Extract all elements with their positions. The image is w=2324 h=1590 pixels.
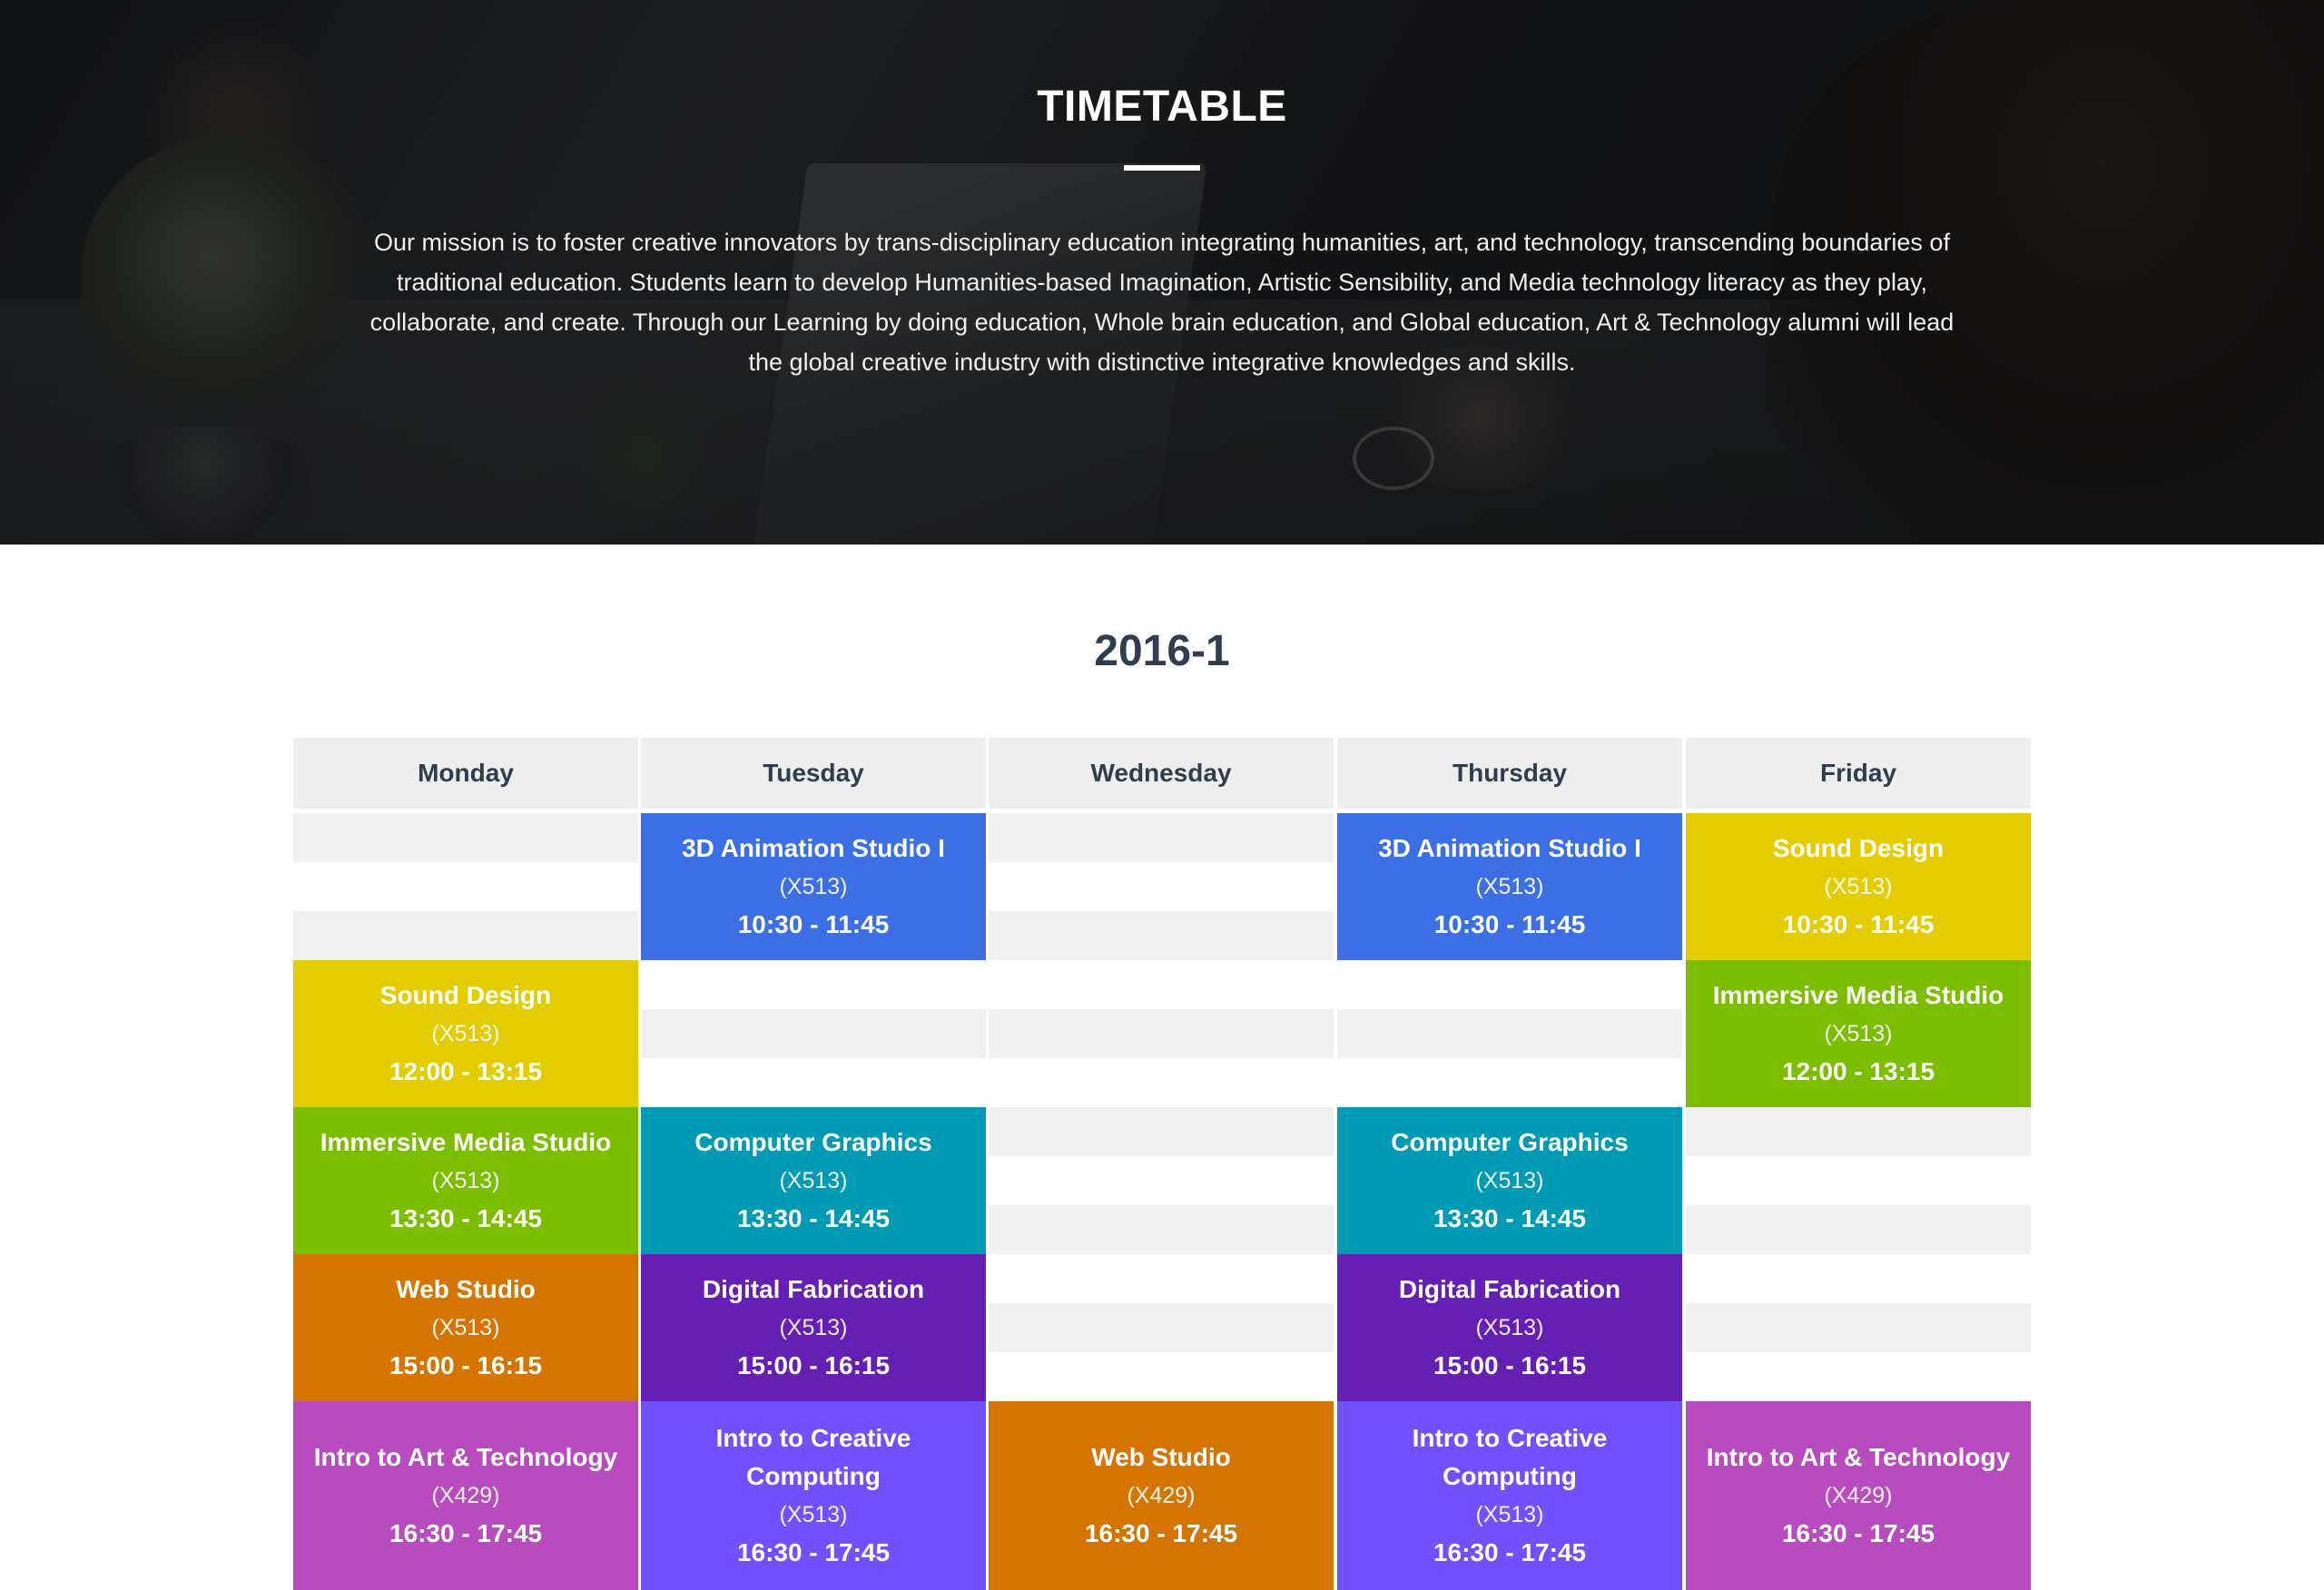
empty-slot	[641, 1009, 986, 1058]
empty-slot	[989, 1009, 1334, 1058]
class-name: Computer Graphics	[694, 1128, 932, 1156]
class-room: (X513)	[431, 1168, 500, 1193]
class-time: 15:00 - 16:15	[736, 1351, 891, 1379]
timetable-grid: Monday Sound Design (X513) 12:00 - 13:15…	[293, 738, 2031, 1590]
class-room: (X513)	[1475, 1168, 1544, 1193]
class-block[interactable]: Intro to Creative Computing (X513) 16:30…	[1337, 1401, 1682, 1590]
class-room: (X429)	[431, 1483, 500, 1508]
class-room: (X513)	[431, 1315, 500, 1340]
title-divider	[1124, 165, 1200, 171]
class-block[interactable]: Intro to Art & Technology (X429) 16:30 -…	[293, 1401, 638, 1590]
class-block[interactable]: Intro to Creative Computing (X513) 16:30…	[641, 1401, 986, 1590]
class-room: (X513)	[1824, 874, 1893, 899]
class-name: Intro to Art & Technology	[1706, 1443, 2011, 1471]
class-room: (X513)	[779, 1315, 848, 1340]
class-block[interactable]: Digital Fabrication (X513) 15:00 - 16:15	[1337, 1254, 1682, 1401]
class-block[interactable]: Computer Graphics (X513) 13:30 - 14:45	[1337, 1107, 1682, 1254]
empty-slot	[293, 911, 638, 960]
empty-slot	[1686, 1205, 2031, 1254]
class-time: 13:30 - 14:45	[736, 1204, 891, 1232]
class-name: Computer Graphics	[1391, 1128, 1629, 1156]
day-header-tuesday: Tuesday	[641, 738, 986, 809]
class-time: 10:30 - 11:45	[1433, 910, 1586, 938]
class-room: (X513)	[779, 1168, 848, 1193]
class-time: 15:00 - 16:15	[1433, 1351, 1587, 1379]
class-time: 16:30 - 17:45	[1433, 1538, 1587, 1566]
class-name: Digital Fabrication	[1398, 1275, 1621, 1303]
empty-slot	[1686, 1107, 2031, 1156]
class-name: Web Studio	[396, 1275, 536, 1303]
class-name: Immersive Media Studio	[1712, 981, 2004, 1009]
empty-slot	[989, 1303, 1334, 1352]
empty-slot	[989, 813, 1334, 862]
class-time: 10:30 - 11:45	[1782, 910, 1935, 938]
hero-content: TIMETABLE Our mission is to foster creat…	[0, 0, 2324, 545]
class-time: 16:30 - 17:45	[389, 1519, 543, 1547]
class-block[interactable]: Computer Graphics (X513) 13:30 - 14:45	[641, 1107, 986, 1254]
class-name: Intro to Art & Technology	[313, 1443, 618, 1471]
class-time: 12:00 - 13:15	[1781, 1057, 1935, 1085]
class-name: Digital Fabrication	[702, 1275, 925, 1303]
class-block[interactable]: Web Studio (X513) 15:00 - 16:15	[293, 1254, 638, 1401]
class-name: Sound Design	[379, 981, 552, 1009]
class-block[interactable]: Immersive Media Studio (X513) 13:30 - 14…	[293, 1107, 638, 1254]
class-room: (X513)	[779, 1502, 848, 1527]
class-block[interactable]: Sound Design (X513) 12:00 - 13:15	[293, 960, 638, 1107]
class-room: (X513)	[1475, 874, 1544, 899]
class-block[interactable]: 3D Animation Studio I (X513) 10:30 - 11:…	[1337, 813, 1682, 960]
class-block[interactable]: Web Studio (X429) 16:30 - 17:45	[989, 1401, 1334, 1590]
empty-slot	[989, 911, 1334, 960]
class-room: (X513)	[1824, 1021, 1893, 1046]
class-block[interactable]: Digital Fabrication (X513) 15:00 - 16:15	[641, 1254, 986, 1401]
class-name: Immersive Media Studio	[320, 1128, 612, 1156]
day-column-tuesday: Tuesday 3D Animation Studio I (X513) 10:…	[641, 738, 986, 1590]
day-header-friday: Friday	[1686, 738, 2031, 809]
class-time: 13:30 - 14:45	[1433, 1204, 1587, 1232]
day-header-thursday: Thursday	[1337, 738, 1682, 809]
class-name: Sound Design	[1772, 834, 1945, 862]
empty-slot	[989, 1205, 1334, 1254]
class-time: 15:00 - 16:15	[389, 1351, 543, 1379]
class-block[interactable]: 3D Animation Studio I (X513) 10:30 - 11:…	[641, 813, 986, 960]
class-block[interactable]: Intro to Art & Technology (X429) 16:30 -…	[1686, 1401, 2031, 1590]
class-room: (X513)	[779, 874, 848, 899]
empty-slot	[989, 1107, 1334, 1156]
empty-slot	[1686, 1303, 2031, 1352]
class-name: Web Studio	[1091, 1443, 1231, 1471]
day-column-wednesday: Wednesday Web Studio (X429) 16:30 - 17:4…	[989, 738, 1334, 1590]
class-time: 10:30 - 11:45	[737, 910, 890, 938]
class-time: 12:00 - 13:15	[389, 1057, 543, 1085]
day-header-monday: Monday	[293, 738, 638, 809]
class-time: 16:30 - 17:45	[1084, 1519, 1238, 1547]
class-name: Intro to Creative Computing	[715, 1424, 911, 1490]
class-time: 13:30 - 14:45	[389, 1204, 543, 1232]
class-room: (X513)	[1475, 1502, 1544, 1527]
empty-slot	[1337, 1009, 1682, 1058]
class-name: Intro to Creative Computing	[1412, 1424, 1608, 1490]
day-column-friday: Friday Sound Design (X513) 10:30 - 11:45…	[1686, 738, 2031, 1590]
hero-banner: TIMETABLE Our mission is to foster creat…	[0, 0, 2324, 545]
class-name: 3D Animation Studio I	[682, 834, 945, 862]
day-column-monday: Monday Sound Design (X513) 12:00 - 13:15…	[293, 738, 638, 1590]
class-room: (X429)	[1127, 1483, 1196, 1508]
semester-heading: 2016-1	[1094, 627, 1230, 675]
day-header-wednesday: Wednesday	[989, 738, 1334, 809]
class-room: (X513)	[1475, 1315, 1544, 1340]
class-name: 3D Animation Studio I	[1378, 834, 1641, 862]
class-block[interactable]: Sound Design (X513) 10:30 - 11:45	[1686, 813, 2031, 960]
day-column-thursday: Thursday 3D Animation Studio I (X513) 10…	[1337, 738, 1682, 1590]
class-room: (X513)	[431, 1021, 500, 1046]
class-time: 16:30 - 17:45	[1781, 1519, 1935, 1547]
class-time: 16:30 - 17:45	[736, 1538, 891, 1566]
class-room: (X429)	[1824, 1483, 1893, 1508]
mission-statement: Our mission is to foster creative innova…	[369, 229, 1955, 376]
page-title: TIMETABLE	[1037, 83, 1287, 131]
class-block[interactable]: Immersive Media Studio (X513) 12:00 - 13…	[1686, 960, 2031, 1107]
empty-slot	[293, 813, 638, 862]
